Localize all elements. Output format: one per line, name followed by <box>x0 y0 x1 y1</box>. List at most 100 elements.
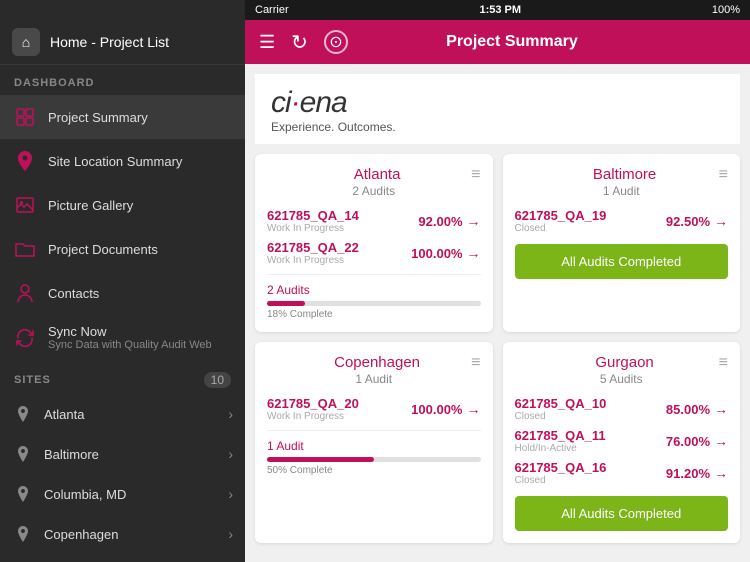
audit-id-qa10: 621785_QA_10 <box>515 396 607 411</box>
audit-percent-qa14: 92.00% <box>418 214 462 229</box>
card-atlanta-menu[interactable]: ≡ <box>471 166 480 184</box>
copenhagen-progress: 1 Audit 50% Complete <box>267 430 481 476</box>
progress-text-atlanta: 18% Complete <box>267 309 481 320</box>
card-copenhagen-city: Copenhagen <box>283 354 471 371</box>
card-gurgaon-city: Gurgaon <box>531 354 719 371</box>
card-gurgaon: Gurgaon ≡ 5 Audits 621785_QA_10 Closed 8… <box>503 342 741 543</box>
audit-arrow-qa19: → <box>714 213 728 229</box>
menu-icon[interactable]: ☰ <box>259 32 275 53</box>
card-gurgaon-menu[interactable]: ≡ <box>719 354 728 372</box>
site-pin-icon-2 <box>12 443 34 465</box>
sidebar-item-picture-gallery[interactable]: Picture Gallery <box>0 183 245 227</box>
card-copenhagen-count: 1 Audit <box>267 372 481 386</box>
site-atlanta-arrow: › <box>228 406 233 422</box>
audit-id-qa14: 621785_QA_14 <box>267 208 359 223</box>
card-baltimore-header: Baltimore ≡ <box>515 166 729 184</box>
progress-bar-bg-atlanta <box>267 301 481 306</box>
audit-row-qa16[interactable]: 621785_QA_16 Closed 91.20% → <box>515 460 729 486</box>
site-copenhagen-name: Copenhagen <box>44 527 228 542</box>
audit-percent-qa11: 76.00% <box>666 434 710 449</box>
audit-status-qa22: Work In Progress <box>267 255 359 266</box>
site-item-copenhagen[interactable]: Copenhagen › <box>0 514 245 554</box>
audit-id-qa16: 621785_QA_16 <box>515 460 607 475</box>
site-columbia-arrow: › <box>228 486 233 502</box>
folder-icon <box>12 236 38 262</box>
card-copenhagen: Copenhagen ≡ 1 Audit 621785_QA_20 Work I… <box>255 342 493 543</box>
audit-percent-qa10: 85.00% <box>666 402 710 417</box>
card-gurgaon-count: 5 Audits <box>515 372 729 386</box>
brand-header: ci·ena Experience. Outcomes. <box>255 74 740 144</box>
audit-id-qa20: 621785_QA_20 <box>267 396 359 411</box>
audit-row-qa10[interactable]: 621785_QA_10 Closed 85.00% → <box>515 396 729 422</box>
site-item-gurgaon[interactable]: Gurgaon › <box>0 554 245 562</box>
audit-arrow-qa11: → <box>714 433 728 449</box>
audit-row-qa22[interactable]: 621785_QA_22 Work In Progress 100.00% → <box>267 240 481 266</box>
sidebar-item-sync[interactable]: Sync Now Sync Data with Quality Audit We… <box>0 315 245 360</box>
audit-id-qa22: 621785_QA_22 <box>267 240 359 255</box>
card-gurgaon-header: Gurgaon ≡ <box>515 354 729 372</box>
audit-row-qa14[interactable]: 621785_QA_14 Work In Progress 92.00% → <box>267 208 481 234</box>
card-copenhagen-header: Copenhagen ≡ <box>267 354 481 372</box>
progress-label-copenhagen: 1 Audit <box>267 439 481 453</box>
site-item-atlanta[interactable]: Atlanta › <box>0 394 245 434</box>
sites-count: 10 <box>204 372 231 388</box>
audit-arrow-qa10: → <box>714 401 728 417</box>
card-baltimore: Baltimore ≡ 1 Audit 621785_QA_19 Closed … <box>503 154 741 332</box>
audit-arrow-qa22: → <box>467 245 481 261</box>
site-pin-icon-4 <box>12 523 34 545</box>
site-baltimore-arrow: › <box>228 446 233 462</box>
audit-row-qa11[interactable]: 621785_QA_11 Hold/In-Active 76.00% → <box>515 428 729 454</box>
card-atlanta-city: Atlanta <box>283 166 471 183</box>
sidebar-item-contacts[interactable]: Contacts <box>0 271 245 315</box>
card-atlanta: Atlanta ≡ 2 Audits 621785_QA_14 Work In … <box>255 154 493 332</box>
baltimore-completed-btn[interactable]: All Audits Completed <box>515 244 729 279</box>
card-baltimore-menu[interactable]: ≡ <box>719 166 728 184</box>
home-icon-container: ⌂ <box>12 28 40 56</box>
site-atlanta-name: Atlanta <box>44 407 228 422</box>
refresh-icon[interactable]: ↻ <box>291 30 308 55</box>
brand-logo: ci·ena Experience. Outcomes. <box>271 86 396 134</box>
site-baltimore-name: Baltimore <box>44 447 228 462</box>
grid-icon <box>12 104 38 130</box>
site-pin-icon <box>12 403 34 425</box>
audit-percent-qa22: 100.00% <box>411 246 462 261</box>
audit-status-qa16: Closed <box>515 475 607 486</box>
card-baltimore-city: Baltimore <box>531 166 719 183</box>
site-item-columbia[interactable]: Columbia, MD › <box>0 474 245 514</box>
site-location-label: Site Location Summary <box>48 154 233 169</box>
site-item-baltimore[interactable]: Baltimore › <box>0 434 245 474</box>
sidebar-home[interactable]: ⌂ Home - Project List <box>0 20 245 65</box>
audit-row-qa19[interactable]: 621785_QA_19 Closed 92.50% → <box>515 208 729 234</box>
status-bar: Carrier 1:53 PM 100% <box>245 0 750 20</box>
dashboard-label: DASHBOARD <box>0 65 245 95</box>
card-copenhagen-menu[interactable]: ≡ <box>471 354 480 372</box>
progress-bar-fill-copenhagen <box>267 457 374 462</box>
sites-label: SITES <box>14 374 51 386</box>
audit-percent-qa19: 92.50% <box>666 214 710 229</box>
gurgaon-completed-btn[interactable]: All Audits Completed <box>515 496 729 531</box>
image-icon <box>12 192 38 218</box>
status-time: 1:53 PM <box>479 4 521 16</box>
sync-label: Sync Now <box>48 324 233 339</box>
audit-status-qa10: Closed <box>515 411 607 422</box>
audit-percent-qa20: 100.00% <box>411 402 462 417</box>
pin-icon <box>12 148 38 174</box>
audit-status-qa19: Closed <box>515 223 607 234</box>
home-icon: ⌂ <box>22 34 30 50</box>
audit-row-qa20[interactable]: 621785_QA_20 Work In Progress 100.00% → <box>267 396 481 422</box>
sidebar-item-project-summary[interactable]: Project Summary <box>0 95 245 139</box>
sidebar-item-site-location[interactable]: Site Location Summary <box>0 139 245 183</box>
site-atlanta-content: Atlanta <box>44 407 228 422</box>
audit-arrow-qa16: → <box>714 465 728 481</box>
audit-status-qa20: Work In Progress <box>267 411 359 422</box>
site-copenhagen-arrow: › <box>228 526 233 542</box>
card-baltimore-count: 1 Audit <box>515 184 729 198</box>
progress-bar-fill-atlanta <box>267 301 305 306</box>
content-area: ci·ena Experience. Outcomes. Atlanta ≡ 2… <box>245 64 750 562</box>
camera-icon[interactable]: ⊙ <box>324 30 348 54</box>
sidebar-item-project-documents[interactable]: Project Documents <box>0 227 245 271</box>
card-atlanta-header: Atlanta ≡ <box>267 166 481 184</box>
brand-name-container: ci·ena <box>271 86 396 120</box>
contacts-label: Contacts <box>48 286 233 301</box>
audit-arrow-qa14: → <box>467 213 481 229</box>
